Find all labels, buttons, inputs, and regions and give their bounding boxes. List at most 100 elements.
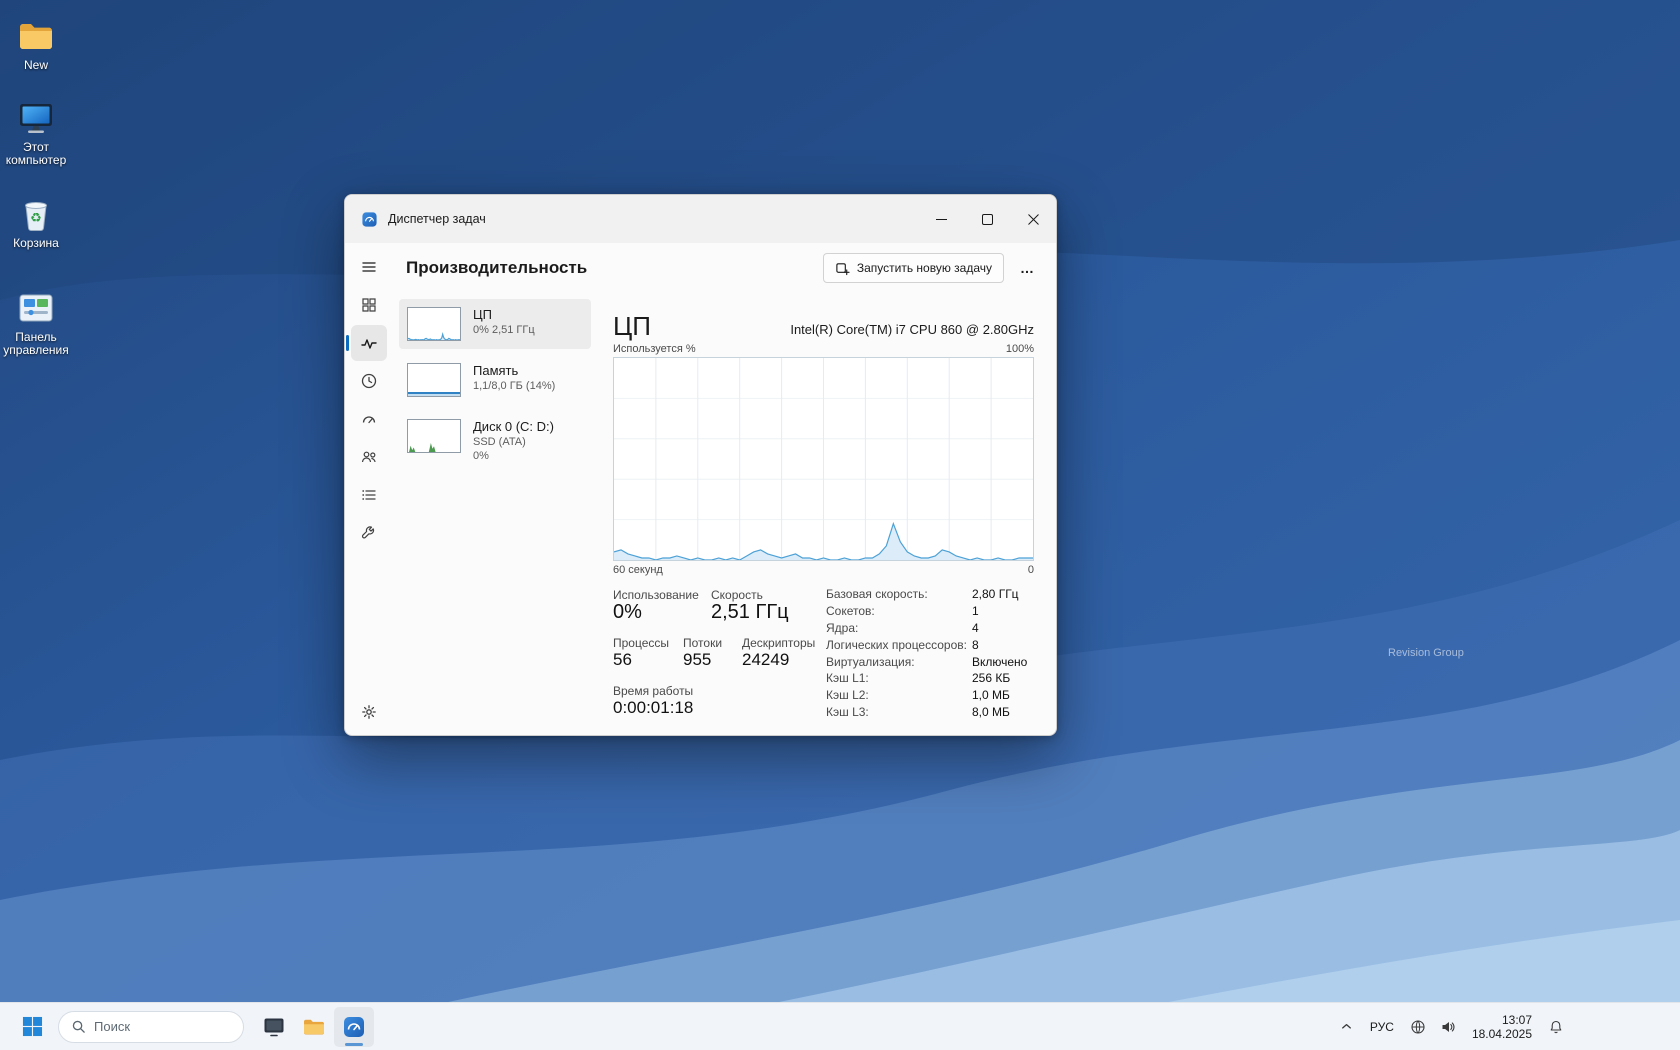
detail-label: Кэш L2: [826,688,972,705]
dark-monitor-icon [262,1015,286,1039]
detail-value: 8,0 МБ [972,705,1027,722]
run-new-task-button[interactable]: Запустить новую задачу [823,253,1004,283]
titlebar[interactable]: Диспетчер задач [345,195,1056,243]
network-indicator[interactable] [1406,1009,1430,1045]
stat-label: Скорость [711,588,763,602]
stat-value-usage: 0% [613,601,642,624]
cpu-stats: Использование 0% Скорость 2,51 ГГц Проце… [613,586,1034,726]
desktop-icon-label: New [0,59,72,72]
computer-icon [16,98,56,138]
desktop-icon-this-pc[interactable]: Этот компьютер [0,98,72,167]
detail-value: 4 [972,621,1027,638]
memory-mini-band [408,392,460,396]
window-title: Диспетчер задач [388,212,918,226]
desktop-icon-label: Этот компьютер [0,141,72,167]
chart-usage-label: Используется % [613,343,696,355]
taskbar-app-dark-window[interactable] [254,1007,294,1047]
stat-label: Дескрипторы [742,636,815,650]
speaker-icon [1440,1019,1456,1035]
nav-services[interactable] [351,515,387,551]
notification-center-button[interactable] [1544,1009,1568,1045]
stat-value-threads: 955 [683,650,711,670]
nav-details[interactable] [351,477,387,513]
more-options-button[interactable]: … [1012,253,1042,283]
navigation-rail [345,243,393,735]
svg-text:♻: ♻ [30,210,42,225]
tray-overflow-button[interactable] [1335,1009,1358,1045]
search-input[interactable] [94,1019,214,1034]
chart-max-label: 100% [1006,343,1034,355]
desktop-icon-control-panel[interactable]: Панель управления [0,288,72,357]
detail-value: 1,0 МБ [972,688,1027,705]
chevron-up-icon [1339,1019,1354,1034]
chart-axis-left: 60 секунд [613,564,663,576]
perf-item-name: ЦП [473,307,535,323]
watermark: Revision Group [1388,647,1464,659]
detail-label: Виртуализация: [826,655,972,672]
perf-item-cpu[interactable]: ЦП 0% 2,51 ГГц [399,299,591,349]
menu-toggle-button[interactable] [351,249,387,285]
stat-value-uptime: 0:00:01:18 [613,698,693,718]
folder-icon [16,16,56,56]
taskbar-clock[interactable]: 13:07 18.04.2025 [1466,1013,1538,1041]
taskbar-app-task-manager[interactable] [334,1007,374,1047]
content-area: Производительность Запустить новую задач… [393,243,1056,735]
stat-value-processes: 56 [613,650,632,670]
nav-app-history[interactable] [351,363,387,399]
cpu-detail-pane: ЦП Intel(R) Core(TM) i7 CPU 860 @ 2.80GH… [613,299,1034,735]
clock-date: 18.04.2025 [1472,1027,1532,1041]
windows-logo-icon [22,1016,43,1037]
run-new-task-label: Запустить новую задачу [857,261,992,275]
nav-startup-apps[interactable] [351,401,387,437]
perf-item-memory[interactable]: Память 1,1/8,0 ГБ (14%) [399,355,591,405]
desktop-icon-recycle-bin[interactable]: ♻ Корзина [0,194,72,250]
close-button[interactable] [1010,195,1056,243]
nav-performance[interactable] [351,325,387,361]
stat-label: Процессы [613,636,669,650]
start-button[interactable] [14,1009,50,1045]
volume-indicator[interactable] [1436,1009,1460,1045]
nav-settings[interactable] [351,694,387,730]
recycle-bin-icon: ♻ [16,194,56,234]
control-panel-icon [16,288,56,328]
detail-label: Кэш L1: [826,671,972,688]
cpu-heading: ЦП [613,313,651,339]
perf-item-name: Диск 0 (C: D:) [473,419,554,435]
maximize-button[interactable] [964,195,1010,243]
page-header: Производительность Запустить новую задач… [393,243,1056,293]
nav-processes[interactable] [351,287,387,323]
desktop-icon-new-folder[interactable]: New [0,16,72,72]
task-manager-icon [342,1015,366,1039]
taskbar-app-file-explorer[interactable] [294,1007,334,1047]
gear-icon [360,703,378,721]
perf-item-disk[interactable]: Диск 0 (C: D:) SSD (ATA) 0% [399,411,591,471]
detail-value: Включено [972,655,1027,672]
stat-label: Использование [613,588,699,602]
nav-users[interactable] [351,439,387,475]
performance-metric-list: ЦП 0% 2,51 ГГц Память 1,1/8,0 ГБ (14%) [399,299,591,477]
detail-label: Базовая скорость: [826,587,972,604]
detail-label: Сокетов: [826,604,972,621]
globe-icon [1410,1019,1426,1035]
cpu-model: Intel(R) Core(TM) i7 CPU 860 @ 2.80GHz [790,322,1034,339]
detail-label: Кэш L3: [826,705,972,722]
detail-value: 8 [972,638,1027,655]
clock-time: 13:07 [1472,1013,1532,1027]
detail-value: 1 [972,604,1027,621]
history-clock-icon [360,372,378,390]
chart-axis-right: 0 [1028,564,1034,576]
taskbar-search[interactable] [58,1011,244,1043]
startup-gauge-icon [360,410,378,428]
memory-mini-chart [407,363,461,397]
detail-label: Ядра: [826,621,972,638]
disk-mini-chart [407,419,461,453]
page-title: Производительность [406,258,823,278]
perf-item-detail: SSD (ATA) [473,435,554,449]
language-indicator[interactable]: РУС [1364,1009,1400,1045]
desktop: New Этот компьютер ♻ Корзина [0,0,1680,1050]
perf-item-name: Память [473,363,555,379]
performance-icon [360,334,378,352]
cpu-usage-chart [613,357,1034,561]
cpu-mini-chart [407,307,461,341]
minimize-button[interactable] [918,195,964,243]
